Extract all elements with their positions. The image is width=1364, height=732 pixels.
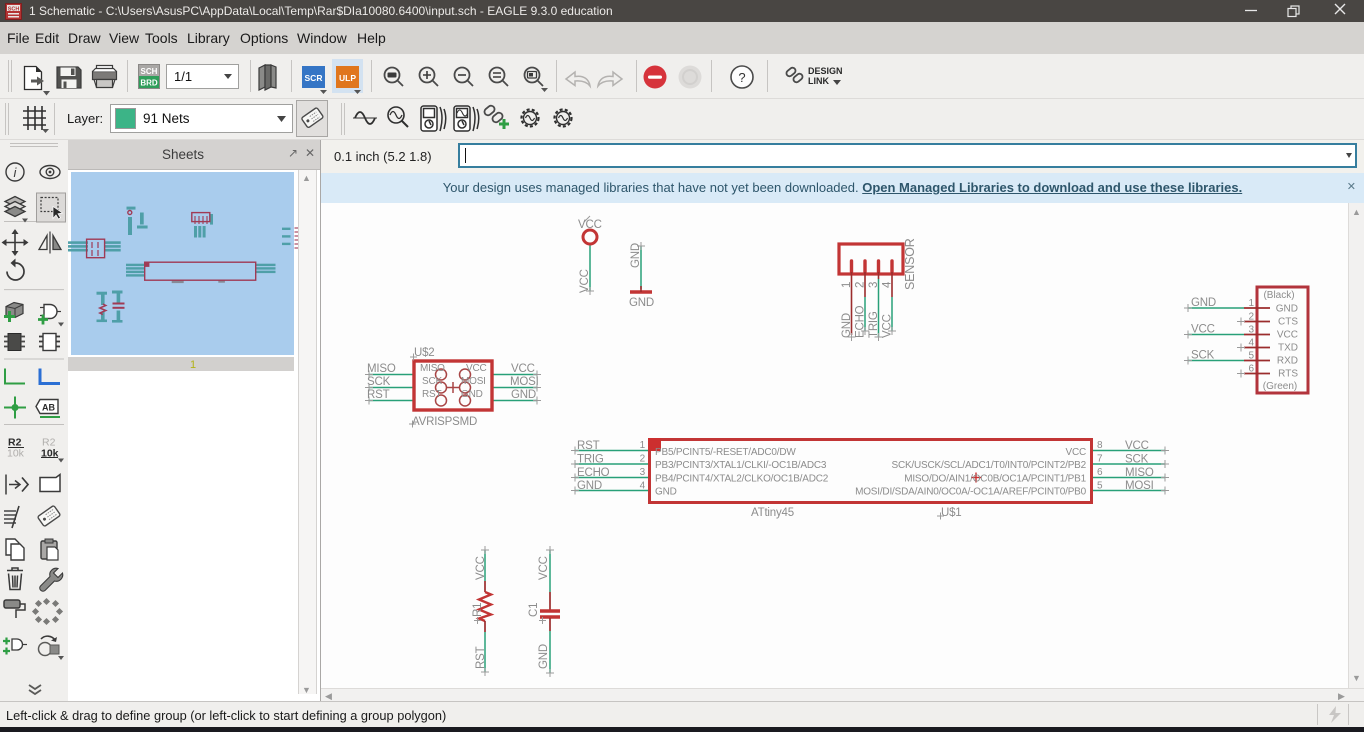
svg-text:5: 5 xyxy=(1248,351,1254,362)
svg-text:MISO/DO/AIN1/OC0B/OC1A/PCINT1/: MISO/DO/AIN1/OC0B/OC1A/PCINT1/PB1 xyxy=(904,474,1086,485)
svg-text:5: 5 xyxy=(1097,481,1103,492)
svg-text:GND: GND xyxy=(577,480,602,492)
svg-text:4: 4 xyxy=(640,481,646,492)
svg-text:ATtiny45: ATtiny45 xyxy=(751,507,794,519)
svg-text:3: 3 xyxy=(868,282,880,288)
svg-text:4: 4 xyxy=(882,281,894,288)
svg-text:SCH: SCH xyxy=(8,7,20,13)
svg-text:SENSOR: SENSOR xyxy=(903,238,917,290)
svg-text:6: 6 xyxy=(1097,467,1103,478)
svg-text:1/1: 1/1 xyxy=(174,69,192,84)
svg-text:3: 3 xyxy=(640,467,646,478)
svg-text:U$2: U$2 xyxy=(414,347,435,359)
svg-text:i: i xyxy=(14,165,18,180)
svg-text:SCK: SCK xyxy=(1191,350,1215,362)
svg-text:GND: GND xyxy=(629,297,654,309)
svg-text:(Green): (Green) xyxy=(1263,381,1297,392)
svg-text:AVRISPSMD: AVRISPSMD xyxy=(412,416,477,428)
svg-text:SCH: SCH xyxy=(141,67,158,76)
svg-text:MISO: MISO xyxy=(420,363,445,374)
svg-text:SCK: SCK xyxy=(367,376,391,388)
svg-text:RST: RST xyxy=(475,646,487,669)
svg-text:TRIG: TRIG xyxy=(577,454,604,466)
svg-text:RST: RST xyxy=(422,389,441,400)
svg-text:RTS: RTS xyxy=(1278,369,1298,380)
svg-text:GND: GND xyxy=(461,389,483,400)
svg-text:GND: GND xyxy=(655,487,677,498)
svg-text:VCC: VCC xyxy=(882,314,894,338)
svg-text:10k: 10k xyxy=(7,448,25,460)
svg-text:VCC: VCC xyxy=(579,269,591,293)
svg-text:ULP: ULP xyxy=(339,73,356,83)
svg-text:CTS: CTS xyxy=(1278,317,1298,328)
svg-text:1: 1 xyxy=(1248,298,1254,309)
svg-text:VCC: VCC xyxy=(1191,324,1215,336)
svg-text:VCC: VCC xyxy=(578,219,602,231)
svg-text:TXD: TXD xyxy=(1278,343,1298,354)
svg-text:2: 2 xyxy=(1248,312,1254,323)
svg-text:BRD: BRD xyxy=(140,79,158,88)
svg-text:SCK/USCK/SCL/ADC1/T0/INT0/PCIN: SCK/USCK/SCL/ADC1/T0/INT0/PCINT2/PB2 xyxy=(891,460,1086,471)
svg-text:PB5/PCINT5/-RESET/ADC0/DW: PB5/PCINT5/-RESET/ADC0/DW xyxy=(655,447,796,458)
svg-text:RST: RST xyxy=(577,440,600,452)
svg-text:PB3/PCINT3/XTAL1/CLKI/-OC1B/AD: PB3/PCINT3/XTAL1/CLKI/-OC1B/ADC3 xyxy=(655,460,827,471)
svg-text:2: 2 xyxy=(855,282,867,288)
svg-text:6: 6 xyxy=(1248,364,1254,375)
svg-text:7: 7 xyxy=(1097,454,1103,465)
svg-text:GND: GND xyxy=(1191,297,1216,309)
svg-text:1: 1 xyxy=(841,282,853,288)
svg-text:MISO: MISO xyxy=(1125,467,1154,479)
svg-text:ECHO: ECHO xyxy=(577,467,610,479)
svg-text:RXD: RXD xyxy=(1277,356,1298,367)
svg-text:MOSI/DI/SDA/AIN0/OC0A/-OC1A/AR: MOSI/DI/SDA/AIN0/OC0A/-OC1A/AREF/PCINT0/… xyxy=(855,487,1087,498)
svg-text:GND: GND xyxy=(538,644,550,669)
svg-text:AB: AB xyxy=(42,403,55,413)
svg-text:2: 2 xyxy=(640,454,646,465)
svg-text:SCK: SCK xyxy=(422,376,442,387)
svg-text:LINK: LINK xyxy=(808,76,829,86)
svg-text:?: ? xyxy=(738,70,745,85)
svg-text:GND: GND xyxy=(511,389,536,401)
svg-text:DESIGN: DESIGN xyxy=(808,66,843,76)
svg-text:(Black): (Black) xyxy=(1263,290,1294,301)
svg-text:U$1: U$1 xyxy=(941,507,962,519)
svg-text:8: 8 xyxy=(1097,440,1103,451)
svg-text:TRIG: TRIG xyxy=(868,311,880,338)
svg-text:MOSI: MOSI xyxy=(461,376,486,387)
svg-text:RST: RST xyxy=(367,389,390,401)
svg-text:91 Nets: 91 Nets xyxy=(143,111,190,126)
svg-text:Layer:: Layer: xyxy=(67,111,103,126)
svg-text:VCC: VCC xyxy=(511,363,535,375)
svg-text:GND: GND xyxy=(841,313,853,338)
svg-text:VCC: VCC xyxy=(466,363,487,374)
svg-text:SCK: SCK xyxy=(1125,454,1149,466)
svg-text:VCC: VCC xyxy=(1277,330,1298,341)
svg-text:1: 1 xyxy=(190,359,196,371)
svg-text:3: 3 xyxy=(1248,325,1254,336)
svg-text:4: 4 xyxy=(1248,338,1254,349)
svg-text:SCR: SCR xyxy=(305,73,323,83)
svg-text:VCC: VCC xyxy=(1065,447,1086,458)
svg-text:MISO: MISO xyxy=(367,363,396,375)
svg-text:MOSI: MOSI xyxy=(510,376,539,388)
svg-text:PB4/PCINT4/XTAL2/CLKO/OC1B/ADC: PB4/PCINT4/XTAL2/CLKO/OC1B/ADC2 xyxy=(655,474,829,485)
svg-text:C1: C1 xyxy=(528,603,540,617)
svg-text:GND: GND xyxy=(1276,304,1298,315)
svg-text:GND: GND xyxy=(630,243,642,268)
svg-text:VCC: VCC xyxy=(475,556,487,580)
svg-text:ECHO: ECHO xyxy=(855,305,867,338)
svg-text:MOSI: MOSI xyxy=(1125,480,1154,492)
svg-text:1: 1 xyxy=(640,440,646,451)
svg-text:VCC: VCC xyxy=(1125,440,1149,452)
svg-text:R1: R1 xyxy=(472,603,484,617)
svg-text:VCC: VCC xyxy=(538,556,550,580)
